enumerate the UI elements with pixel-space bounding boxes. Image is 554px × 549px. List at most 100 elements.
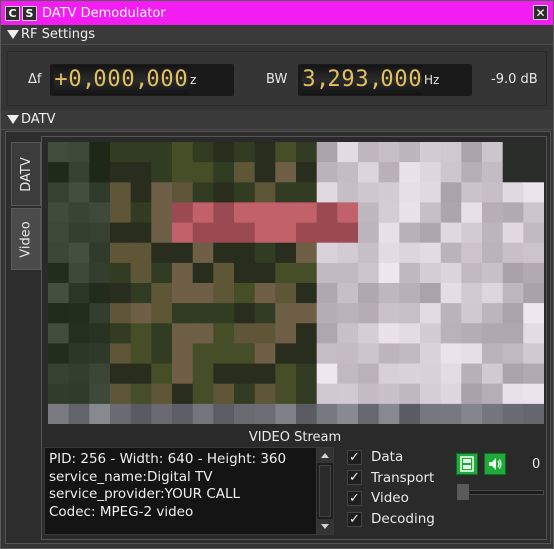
video-display [48, 142, 544, 424]
video-pixel-block [48, 383, 70, 405]
tab-datv[interactable]: DATV [11, 142, 41, 206]
video-pixel-block [110, 343, 132, 365]
video-pixel-block [337, 202, 359, 224]
checkbox-decoding[interactable]: ✓ Decoding [347, 509, 457, 530]
checkbox-transport[interactable]: ✓ Transport [347, 468, 457, 489]
check-icon[interactable]: ✓ [347, 449, 362, 465]
video-pixel-block [440, 262, 462, 284]
video-pixel-block [316, 142, 338, 163]
info-scrollbar[interactable] [316, 448, 333, 534]
dial-digit[interactable]: + [54, 65, 68, 95]
video-pixel-block [316, 403, 338, 424]
slider-handle[interactable] [456, 483, 470, 501]
video-pixel-block [296, 222, 318, 244]
video-pixel-block [151, 262, 173, 284]
close-icon[interactable]: ✕ [533, 5, 548, 20]
datv-demodulator-window: C S DATV Demodulator ✕ RF Settings Δf +0… [0, 0, 554, 549]
video-pixel-block [358, 363, 380, 385]
audio-mute-button[interactable] [484, 453, 506, 475]
video-pixel-block [482, 222, 504, 244]
video-pixel-block [172, 283, 194, 304]
video-pixel-block [461, 303, 483, 324]
video-pixel-block [68, 303, 90, 324]
video-pixel-block [358, 142, 380, 163]
video-pixel-block [440, 403, 462, 424]
video-pixel-block [482, 202, 504, 224]
video-pixel-block [130, 403, 152, 424]
dial-digit[interactable]: 0 [174, 65, 188, 95]
check-icon[interactable]: ✓ [347, 511, 362, 527]
video-pixel-block [523, 202, 544, 224]
scroll-up-icon[interactable] [317, 448, 333, 463]
video-pixel-block [296, 383, 318, 405]
video-pixel-block [523, 242, 544, 264]
scroll-down-icon[interactable] [317, 519, 333, 534]
video-pixel-block [151, 363, 173, 385]
video-pixel-block [440, 303, 462, 324]
fullscreen-button[interactable] [456, 453, 478, 475]
delta-f-dial[interactable]: +0, 0 0 0, 0 0 0 z [50, 64, 234, 96]
video-pixel-block [378, 142, 400, 163]
dial-digit[interactable]: 0 [394, 65, 408, 95]
video-pixel-block [254, 182, 276, 203]
dial-digit[interactable]: 0 [107, 65, 121, 95]
video-pixel-block [254, 142, 276, 163]
video-pixel-block [523, 182, 544, 203]
video-pixel-block [130, 283, 152, 304]
stream-info-textbox[interactable]: PID: 256 - Width: 640 - Height: 360 serv… [44, 447, 334, 535]
video-pixel-block [420, 403, 442, 424]
video-pixel-block [337, 323, 359, 344]
dial-digit[interactable]: 0 [380, 65, 394, 95]
speaker-icon [489, 458, 502, 470]
check-icon[interactable]: ✓ [347, 470, 362, 486]
datv-header[interactable]: DATV [1, 110, 553, 130]
video-pixel-block [254, 283, 276, 304]
scroll-thumb[interactable] [319, 465, 331, 517]
settings-s-button[interactable]: S [22, 5, 37, 21]
dial-digit[interactable]: 3 [302, 65, 316, 95]
video-pixel-block [523, 323, 544, 344]
dial-digit[interactable]: 0 [121, 65, 135, 95]
video-pixel-block [151, 303, 173, 324]
video-pixel-block [68, 162, 90, 183]
dial-digit[interactable]: 3 [355, 65, 369, 95]
dial-digit[interactable]: 0 [68, 65, 82, 95]
video-pixel-block [399, 283, 421, 304]
rf-settings-header[interactable]: RF Settings [1, 25, 553, 45]
video-pixel-block [130, 262, 152, 284]
video-pixel-block [213, 162, 235, 183]
video-pixel-block [234, 403, 256, 424]
video-pixel-block [275, 343, 297, 365]
datv-panel: DATV Video VIDEO Stream PID: 256 - Width… [5, 131, 551, 544]
dial-digit[interactable]: 2 [327, 65, 341, 95]
video-pixel-block [110, 363, 132, 385]
collapse-triangle-icon[interactable] [7, 115, 19, 124]
dial-digit[interactable]: 0 [160, 65, 174, 95]
video-pixel-block [89, 142, 111, 163]
dial-digit[interactable]: 0 [93, 65, 107, 95]
dial-digit[interactable]: 9 [341, 65, 355, 95]
video-pixel-block [68, 182, 90, 203]
dial-digit[interactable]: 0 [146, 65, 160, 95]
video-pixel-block [234, 182, 256, 203]
checkbox-video[interactable]: ✓ Video [347, 488, 457, 509]
volume-slider[interactable] [456, 483, 544, 501]
title-bar[interactable]: C S DATV Demodulator ✕ [1, 1, 553, 25]
tab-video[interactable]: Video [11, 208, 41, 270]
check-icon[interactable]: ✓ [347, 490, 362, 506]
video-pixel-block [523, 363, 544, 385]
video-pixel-block [399, 303, 421, 324]
video-pixel-block [48, 242, 70, 264]
checkbox-data[interactable]: ✓ Data [347, 447, 457, 468]
video-pixel-block [420, 162, 442, 183]
video-pixel-block [172, 363, 194, 385]
video-pixel-block [316, 162, 338, 183]
video-pixel-block [192, 242, 214, 264]
video-pixel-block [275, 142, 297, 163]
channel-c-button[interactable]: C [5, 5, 20, 21]
window-title: DATV Demodulator [42, 5, 166, 21]
video-pixel-block [192, 363, 214, 385]
bandwidth-dial[interactable]: 3,293,000 Hz [298, 64, 472, 96]
collapse-triangle-icon[interactable] [7, 30, 19, 39]
dial-digit[interactable]: 0 [408, 65, 422, 95]
